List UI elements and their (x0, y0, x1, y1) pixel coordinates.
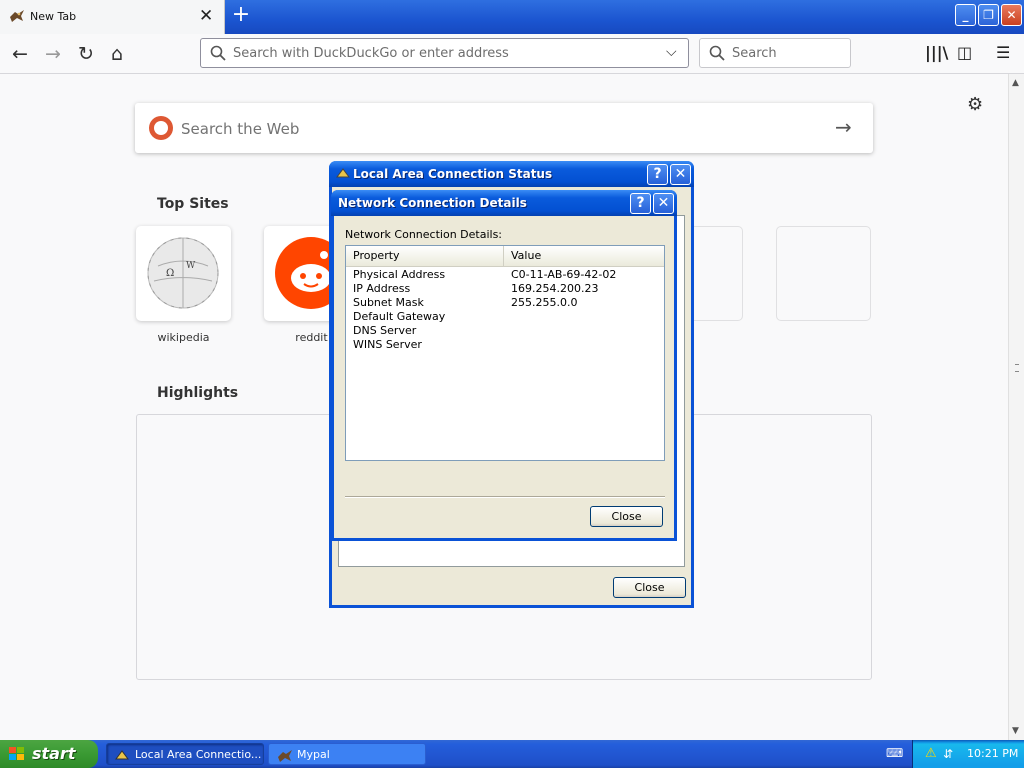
status-dialog-titlebar[interactable]: Local Area Connection Status (329, 161, 694, 187)
search-placeholder: Search (732, 46, 777, 61)
svg-text:W: W (186, 261, 196, 271)
sidebar-icon[interactable]: ◫ (957, 43, 972, 62)
web-search-placeholder: Search the Web (181, 120, 300, 138)
clock[interactable]: 10:21 PM (967, 740, 1018, 768)
mypal-icon (10, 10, 24, 22)
network-tray-icon[interactable]: ⇵ (943, 740, 953, 768)
tab-close-icon[interactable]: ✕ (199, 6, 213, 26)
page-scrollbar[interactable]: ▲ ▼ (1008, 74, 1024, 740)
gear-icon[interactable]: ⚙ (967, 94, 983, 115)
duckduckgo-icon (149, 116, 173, 140)
search-icon (709, 45, 725, 61)
library-icon[interactable]: |||\ (925, 43, 948, 62)
start-button[interactable]: start (0, 740, 98, 768)
help-button[interactable]: ? (647, 164, 668, 185)
navigation-toolbar: ← → ↻ ⌂ Search with DuckDuckGo or enter … (0, 34, 1024, 74)
taskbar-item-label: Mypal (297, 748, 330, 761)
scroll-up-icon[interactable]: ▲ (1012, 78, 1019, 88)
arrow-right-icon[interactable]: → (835, 115, 852, 139)
search-icon (210, 45, 226, 61)
forward-icon[interactable]: → (41, 43, 65, 65)
column-header-property[interactable]: Property (346, 246, 504, 267)
scroll-grip (1015, 364, 1019, 372)
details-dialog-titlebar[interactable]: Network Connection Details (331, 190, 677, 216)
tab-new-tab[interactable]: New Tab ✕ (0, 0, 225, 34)
window-close-button[interactable]: ✕ (1001, 4, 1022, 26)
taskbar-item-label: Local Area Connectio... (135, 748, 262, 761)
top-site-placeholder[interactable] (776, 226, 871, 321)
windows-flag-icon (9, 747, 24, 760)
home-icon[interactable]: ⌂ (105, 43, 129, 65)
svg-text:Ω: Ω (166, 268, 174, 279)
close-button[interactable]: ✕ (653, 193, 674, 214)
separator (345, 496, 665, 498)
taskbar-item-mypal[interactable]: Mypal (268, 743, 426, 765)
system-tray: ⚠ ⇵ 10:21 PM (912, 740, 1024, 768)
top-site-label: wikipedia (157, 331, 210, 344)
new-tab-button[interactable]: + (230, 4, 252, 27)
details-dialog-title: Network Connection Details (338, 196, 527, 210)
details-close-button[interactable]: Close (590, 506, 663, 527)
web-search-box[interactable]: Search the Web → (135, 103, 873, 153)
warning-icon[interactable]: ⚠ (925, 740, 937, 768)
chevron-down-icon[interactable]: ⌵ (666, 44, 677, 60)
url-placeholder: Search with DuckDuckGo or enter address (233, 46, 509, 61)
search-bar[interactable]: Search (699, 38, 851, 68)
wikipedia-icon: Ω W (147, 237, 219, 309)
keyboard-icon[interactable]: ⌨ (886, 746, 903, 760)
taskbar-item-status[interactable]: Local Area Connectio... (106, 743, 264, 765)
top-site-wikipedia[interactable]: Ω W (136, 226, 231, 321)
details-list[interactable]: Property Value Physical Address C0-11-AB-… (345, 245, 665, 461)
minimize-button[interactable]: _ (955, 4, 976, 26)
url-bar[interactable]: Search with DuckDuckGo or enter address … (200, 38, 689, 68)
column-header-value[interactable]: Value (504, 246, 664, 267)
details-dialog: Network Connection Details ? ✕ Network C… (331, 190, 677, 541)
restore-button[interactable]: ❐ (978, 4, 999, 26)
start-label: start (32, 744, 76, 763)
help-button[interactable]: ? (630, 193, 651, 214)
network-icon (336, 168, 350, 178)
scroll-down-icon[interactable]: ▼ (1012, 726, 1019, 736)
highlights-heading: Highlights (157, 385, 239, 401)
status-dialog-title: Local Area Connection Status (353, 167, 553, 181)
mypal-icon (278, 750, 292, 762)
reload-icon[interactable]: ↻ (74, 43, 98, 65)
menu-icon[interactable]: ☰ (996, 43, 1010, 62)
back-icon[interactable]: ← (8, 43, 32, 65)
close-button[interactable]: ✕ (670, 164, 691, 185)
network-icon (115, 750, 129, 760)
tab-title: New Tab (30, 10, 77, 23)
status-close-button[interactable]: Close (613, 577, 686, 598)
details-group-label: Network Connection Details: (345, 228, 503, 241)
top-sites-heading: Top Sites (157, 196, 229, 212)
